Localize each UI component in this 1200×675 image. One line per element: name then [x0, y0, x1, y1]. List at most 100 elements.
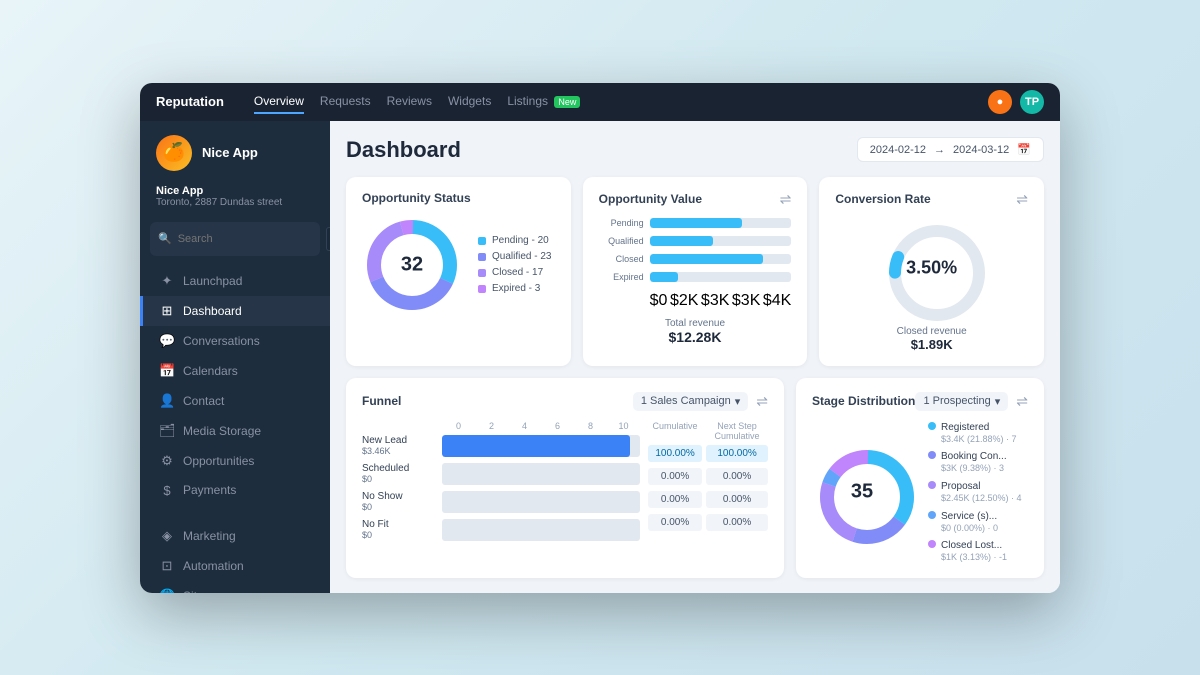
sidebar-item-label: Calendars — [183, 364, 238, 378]
sidebar-item-label: Media Storage — [183, 424, 261, 438]
date-range-picker[interactable]: 2024-02-12 → 2024-03-12 📅 — [857, 137, 1044, 162]
donut-center-value: 32 — [401, 253, 423, 276]
conversion-sub: Closed revenue $1.89K — [897, 326, 967, 352]
cumulative-header: Cumulative — [648, 421, 702, 441]
settings-icon[interactable]: ⇌ — [780, 191, 792, 208]
notification-icon[interactable]: ● — [988, 90, 1012, 114]
settings-icon[interactable]: ⇌ — [1016, 191, 1028, 208]
sidebar-item-conversations[interactable]: 💬 Conversations — [140, 326, 330, 356]
sidebar-item-sites[interactable]: 🌐 Sites — [140, 581, 330, 593]
funnel-header: Funnel 1 Sales Campaign ▾ ⇌ — [362, 392, 768, 411]
stage-header: Stage Distribution 1 Prospecting ▾ ⇌ — [812, 392, 1028, 411]
top-nav-icons: ● TP — [988, 90, 1044, 114]
funnel-bars-area: 0 2 4 6 8 10 New Lead — [362, 421, 640, 547]
nextstep-val: 100.00% — [706, 445, 768, 462]
hbar-fill — [650, 218, 742, 228]
sidebar-item-automation[interactable]: ⊡ Automation — [140, 551, 330, 581]
sidebar-item-launchpad[interactable]: ✦ Launchpad — [140, 266, 330, 296]
funnel-card: Funnel 1 Sales Campaign ▾ ⇌ — [346, 378, 784, 578]
dashboard-icon: ⊞ — [159, 303, 175, 319]
sidebar-item-payments[interactable]: $ Payments — [140, 476, 330, 505]
funnel-chart-content: 0 2 4 6 8 10 New Lead — [362, 421, 768, 547]
hbar-fill — [650, 254, 763, 264]
top-nav-links: Overview Requests Reviews Widgets Listin… — [254, 90, 968, 114]
total-label: Total revenue — [599, 318, 792, 329]
total-revenue: Total revenue $12.28K — [599, 318, 792, 345]
stage-dropdown[interactable]: 1 Prospecting ▾ — [915, 392, 1008, 411]
sidebar-item-label: Conversations — [183, 334, 260, 348]
stage-settings-icon[interactable]: ⇌ — [1016, 393, 1028, 410]
user-avatar-icon[interactable]: TP — [1020, 90, 1044, 114]
gauge-chart: 3.50% — [882, 218, 982, 318]
nav-overview[interactable]: Overview — [254, 90, 304, 114]
payments-icon: $ — [159, 483, 175, 498]
funnel-row-new-lead: New Lead $3.46K — [362, 435, 640, 457]
app-name: Nice App — [202, 145, 258, 160]
legend-expired: Expired - 3 — [478, 283, 551, 294]
sidebar-item-marketing[interactable]: ◈ Marketing — [140, 521, 330, 551]
hbar-label-pending: Pending — [599, 218, 644, 228]
stage-item-booking: Booking Con... $3K (9.38%) · 3 — [928, 450, 1028, 475]
nav-widgets[interactable]: Widgets — [448, 90, 491, 114]
sidebar-item-dashboard[interactable]: ⊞ Dashboard — [140, 296, 330, 326]
funnel-metrics: Cumulative Next Step Cumulative 100.00% … — [648, 421, 768, 531]
row-name: New Lead — [362, 435, 436, 446]
content-header: Dashboard 2024-02-12 → 2024-03-12 📅 — [346, 137, 1044, 163]
sidebar-item-label: Contact — [183, 394, 224, 408]
sidebar-item-label: Launchpad — [183, 274, 242, 288]
sidebar-item-contact[interactable]: 👤 Contact — [140, 386, 330, 416]
sidebar-item-media-storage[interactable]: 🗂 Media Storage — [140, 416, 330, 446]
stage-donut-center: 35 — [851, 481, 873, 504]
sidebar-item-calendars[interactable]: 📅 Calendars — [140, 356, 330, 386]
cumulative-val: 0.00% — [648, 491, 702, 508]
hbar-fill — [650, 236, 714, 246]
funnel-row-no-fit: No Fit $0 — [362, 519, 640, 541]
main-layout: 🍊 Nice App Nice App Toronto, 2887 Dundas… — [140, 121, 1060, 593]
hbar-label-qualified: Qualified — [599, 236, 644, 246]
funnel-label: Scheduled $0 — [362, 463, 436, 484]
sidebar-item-label: Sites — [183, 589, 210, 593]
page-title: Dashboard — [346, 137, 461, 163]
bottom-cards-row: Funnel 1 Sales Campaign ▾ ⇌ — [346, 378, 1044, 578]
sidebar-item-label: Payments — [183, 483, 236, 497]
brand-name: Reputation — [156, 94, 224, 109]
sidebar-item-label: Marketing — [183, 529, 236, 543]
funnel-settings-icon[interactable]: ⇌ — [756, 393, 768, 410]
gauge-percent: 3.50% — [906, 257, 957, 278]
proposal-dot — [928, 481, 936, 489]
opportunities-icon: ⚙ — [159, 453, 175, 469]
legend-qualified: Qualified - 23 — [478, 251, 551, 262]
x-label: $2K — [670, 292, 698, 310]
app-logo: 🍊 — [156, 135, 192, 171]
stage-content: 35 Registered $3.4K (21.88%) · 7 — [812, 421, 1028, 564]
sidebar-search[interactable]: 🔍 Ctrl K + — [150, 222, 320, 256]
contact-icon: 👤 — [159, 393, 175, 409]
chevron-down-icon: ▾ — [735, 395, 741, 408]
row-value: $0 — [362, 530, 436, 540]
search-input[interactable] — [178, 233, 320, 245]
nav-reviews[interactable]: Reviews — [387, 90, 432, 114]
stage-item-closed-lost: Closed Lost... $1K (3.13%) · -1 — [928, 539, 1028, 564]
funnel-dropdown[interactable]: 1 Sales Campaign ▾ — [633, 392, 748, 411]
funnel-title: Funnel — [362, 394, 401, 408]
stage-item-proposal: Proposal $2.45K (12.50%) · 4 — [928, 480, 1028, 505]
nav-requests[interactable]: Requests — [320, 90, 371, 114]
axis-4: 4 — [508, 421, 541, 431]
nav-listings[interactable]: Listings New — [507, 90, 580, 114]
qualified-label: Qualified - 23 — [492, 251, 551, 262]
marketing-icon: ◈ — [159, 528, 175, 544]
metric-row-3: 0.00% 0.00% — [648, 491, 768, 508]
registered-dot — [928, 422, 936, 430]
funnel-bar-track — [442, 491, 640, 513]
hbar-track — [650, 272, 792, 282]
x-label: $4K — [763, 292, 791, 310]
hbar-pending: Pending — [599, 218, 792, 228]
closed-lost-dot — [928, 540, 936, 548]
sidebar-logo-area: 🍊 Nice App — [140, 121, 330, 181]
funnel-row-no-show: No Show $0 — [362, 491, 640, 513]
axis-0: 0 — [442, 421, 475, 431]
account-address: Toronto, 2887 Dundas street — [156, 197, 314, 208]
sidebar-account: Nice App Toronto, 2887 Dundas street — [140, 181, 330, 218]
pending-label: Pending - 20 — [492, 235, 549, 246]
sidebar-item-opportunities[interactable]: ⚙ Opportunities — [140, 446, 330, 476]
